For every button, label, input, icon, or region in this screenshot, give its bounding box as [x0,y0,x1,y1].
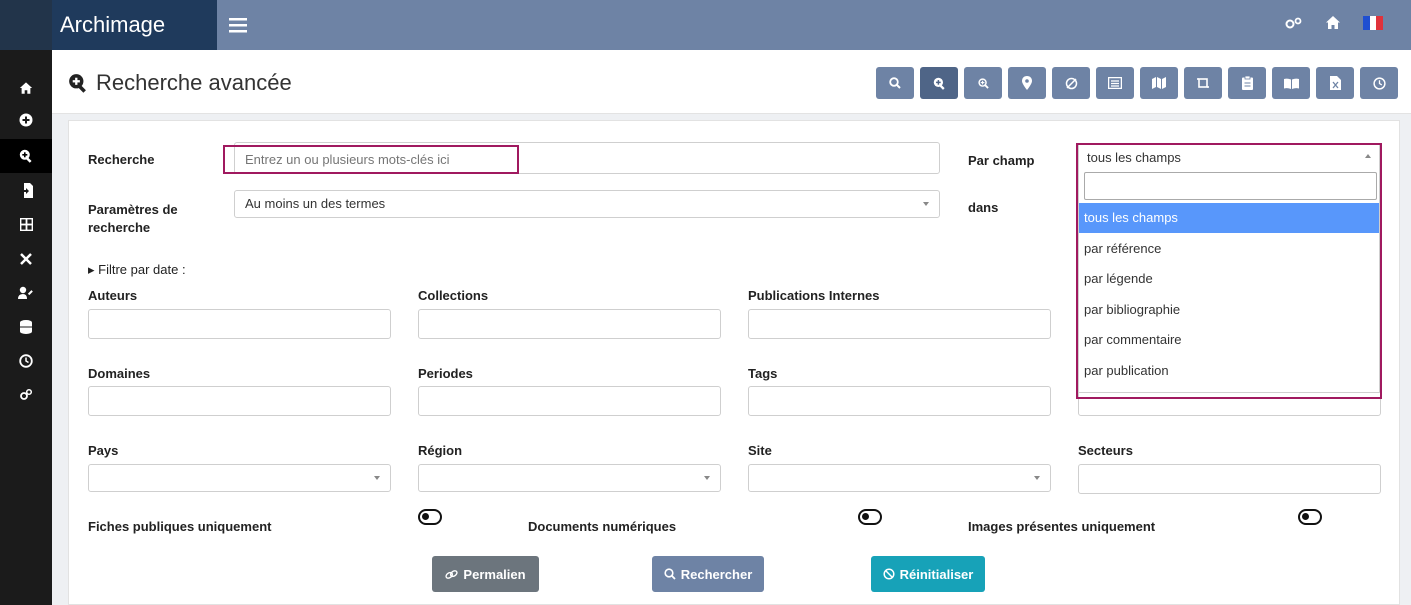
dropdown-option-commentaire[interactable]: par commentaire [1079,325,1379,355]
site-label: Site [748,443,772,458]
sidebar-tools-icon[interactable] [0,242,52,276]
filtre-date-toggle[interactable]: ▸ Filtre par date : [88,262,186,278]
collections-label: Collections [418,288,489,303]
permalien-button[interactable]: Permalien [432,556,539,592]
sidebar [0,50,52,605]
chevron-down-icon [923,202,929,206]
periodes-field[interactable] [418,386,721,416]
map-marker-icon[interactable] [1008,67,1046,99]
home-icon[interactable] [1325,15,1341,30]
french-flag-icon[interactable] [1363,15,1384,30]
hamburger-menu-icon[interactable] [229,15,247,35]
reinitialiser-button[interactable]: Réinitialiser [871,556,985,592]
periodes-label: Periodes [418,366,473,381]
sidebar-user-edit-icon[interactable] [0,276,52,310]
tags-label: Tags [748,366,778,381]
fiches-publiques-label: Fiches publiques uniquement [88,519,272,534]
permalien-label: Permalien [463,566,526,582]
top-navbar: Archimage [0,0,1411,50]
region-select[interactable] [418,464,721,492]
book-open-icon[interactable] [1272,67,1310,99]
fiches-publiques-toggle[interactable] [418,509,442,525]
recherche-label: Recherche [88,152,155,167]
secteurs-label: Secteurs [1078,443,1133,458]
parametres-select[interactable]: Au moins un des termes [234,190,940,218]
parametres-label-line2: recherche [88,220,151,235]
chevron-up-icon[interactable] [1365,154,1371,158]
images-presentes-toggle[interactable] [1298,509,1322,525]
domaines-label: Domaines [88,366,151,381]
clock-icon[interactable] [1360,67,1398,99]
page-title-text: Recherche avancée [96,70,292,95]
documents-numeriques-label: Documents numériques [528,519,677,534]
dans-label: dans [968,200,999,215]
toolbar [876,67,1398,99]
dropdown-option-tous[interactable]: tous les champs [1079,203,1379,233]
search-icon[interactable] [876,67,914,99]
chevron-down-icon [1034,476,1040,480]
tags-field[interactable] [748,386,1051,416]
dropdown-search-input[interactable] [1084,172,1377,200]
search-input[interactable] [245,149,645,169]
par-champ-dropdown: tous les champs tous les champs par réfé… [1078,143,1380,393]
sidebar-grid-icon[interactable] [0,207,52,241]
parametres-value: Au moins un des termes [245,196,386,211]
pays-label: Pays [88,443,119,458]
dropdown-option-legende[interactable]: par légende [1079,264,1379,294]
settings-cogs-icon[interactable] [1285,16,1303,30]
search-input-wrapper [234,142,940,174]
reinitialiser-label: Réinitialiser [899,566,974,582]
images-presentes-label: Images présentes uniquement [968,519,1156,534]
publications-internes-label: Publications Internes [748,288,880,303]
secteurs-field[interactable] [1078,464,1381,494]
parametres-label-line1: Paramètres de [88,202,178,217]
documents-numeriques-toggle[interactable] [858,509,882,525]
sidebar-database-icon[interactable] [0,310,52,344]
par-champ-label: Par champ [968,153,1035,168]
dropdown-option-publication[interactable]: par publication [1079,356,1379,386]
rechercher-button[interactable]: Rechercher [652,556,764,592]
auteurs-field[interactable] [88,309,391,339]
par-champ-selected[interactable]: tous les champs [1087,150,1181,165]
search-icon [664,568,676,580]
sidebar-file-import-icon[interactable] [0,173,52,207]
link-icon [445,569,459,580]
domaines-field[interactable] [88,386,391,416]
dropdown-option-reference[interactable]: par référence [1079,234,1379,264]
map-icon[interactable] [1140,67,1178,99]
search-plus-icon[interactable] [920,67,958,99]
excel-file-icon[interactable] [1316,67,1354,99]
search-plus-icon [68,73,88,93]
sidebar-home-icon[interactable] [0,71,52,105]
site-select[interactable] [748,464,1051,492]
publications-internes-field[interactable] [748,309,1051,339]
ban-icon [883,568,895,580]
no-location-icon[interactable] [1052,67,1090,99]
clipboard-icon[interactable] [1228,67,1266,99]
crop-icon[interactable] [1184,67,1222,99]
auteurs-label: Auteurs [88,288,138,303]
chevron-down-icon [374,476,380,480]
sidebar-search-plus-icon[interactable] [0,139,52,173]
page-header: Recherche avancée [52,50,1411,114]
region-label: Région [418,443,463,458]
sidebar-plus-circle-icon[interactable] [0,103,52,137]
brand-logo[interactable]: Archimage [52,0,217,50]
chevron-down-icon [704,476,710,480]
collections-field[interactable] [418,309,721,339]
list-icon[interactable] [1096,67,1134,99]
zoom-icon[interactable] [964,67,1002,99]
navbar-left-strip [0,0,52,50]
page-title: Recherche avancée [68,70,292,96]
pays-select[interactable] [88,464,391,492]
sidebar-cogs-icon[interactable] [0,378,52,412]
dropdown-option-bibliographie[interactable]: par bibliographie [1079,295,1379,325]
sidebar-clock-icon[interactable] [0,344,52,378]
rechercher-label: Rechercher [680,566,753,582]
